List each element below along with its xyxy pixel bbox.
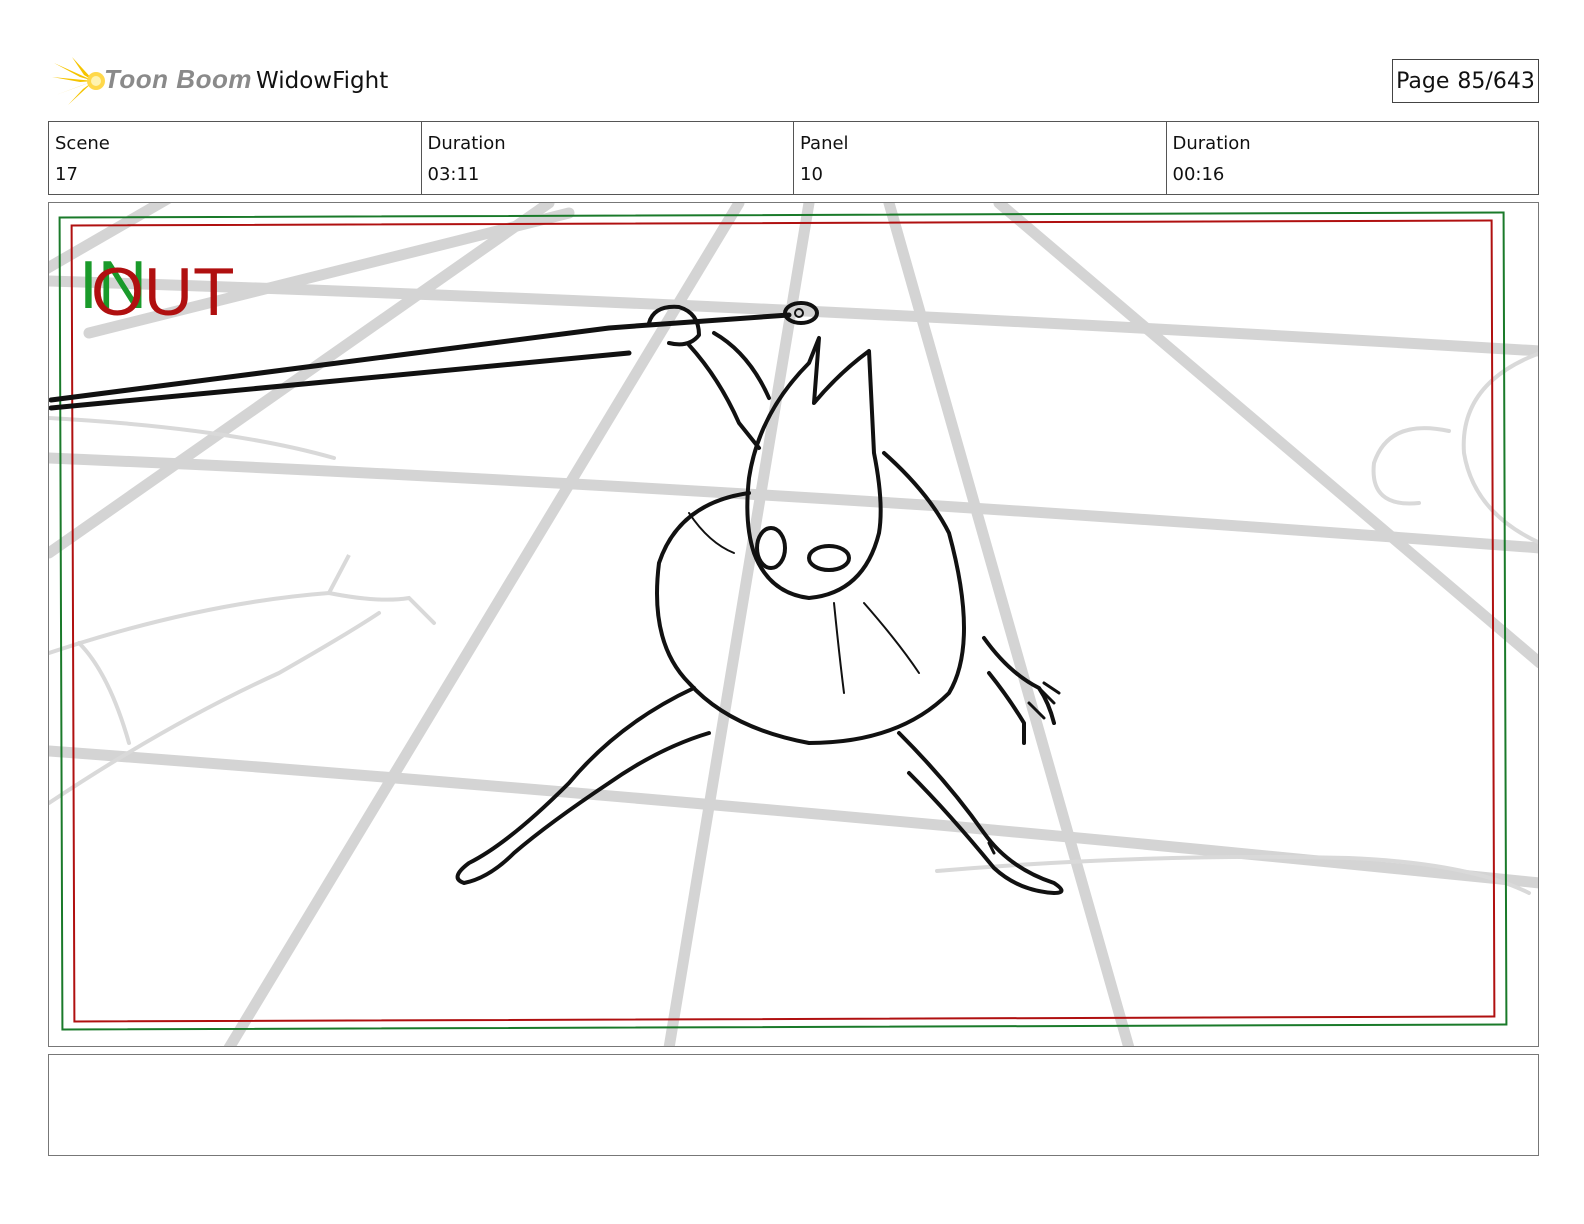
- scene-cell: Scene 17: [49, 122, 422, 194]
- info-table: Scene 17 Duration 03:11 Panel 10 Duratio…: [48, 121, 1539, 195]
- scene-value: 17: [55, 164, 78, 185]
- project-title: WidowFight: [256, 68, 389, 94]
- panel-drawing: IN OUT: [49, 203, 1538, 1046]
- scene-duration-value: 03:11: [427, 164, 480, 185]
- scene-label: Scene: [55, 133, 110, 154]
- page-label: Page: [1396, 68, 1450, 94]
- panel-cell: Panel 10: [794, 122, 1167, 194]
- panel-label: Panel: [800, 133, 849, 154]
- panel-duration-cell: Duration 00:16: [1167, 122, 1539, 194]
- background-sketch: [49, 203, 1538, 1046]
- page-number: 85/643: [1457, 68, 1535, 94]
- storyboard-panel: IN OUT: [48, 202, 1539, 1047]
- panel-duration-label: Duration: [1172, 133, 1251, 154]
- page-counter: Page 85/643: [1392, 59, 1539, 103]
- toon-boom-logo-icon: [52, 57, 105, 105]
- brand-name: Toon Boom: [104, 64, 252, 94]
- scene-duration-cell: Duration 03:11: [422, 122, 794, 194]
- panel-notes-box[interactable]: [48, 1054, 1539, 1156]
- out-marker: OUT: [91, 254, 235, 330]
- panel-duration-value: 00:16: [1172, 164, 1225, 185]
- panel-value: 10: [800, 164, 823, 185]
- scene-duration-label: Duration: [427, 133, 506, 154]
